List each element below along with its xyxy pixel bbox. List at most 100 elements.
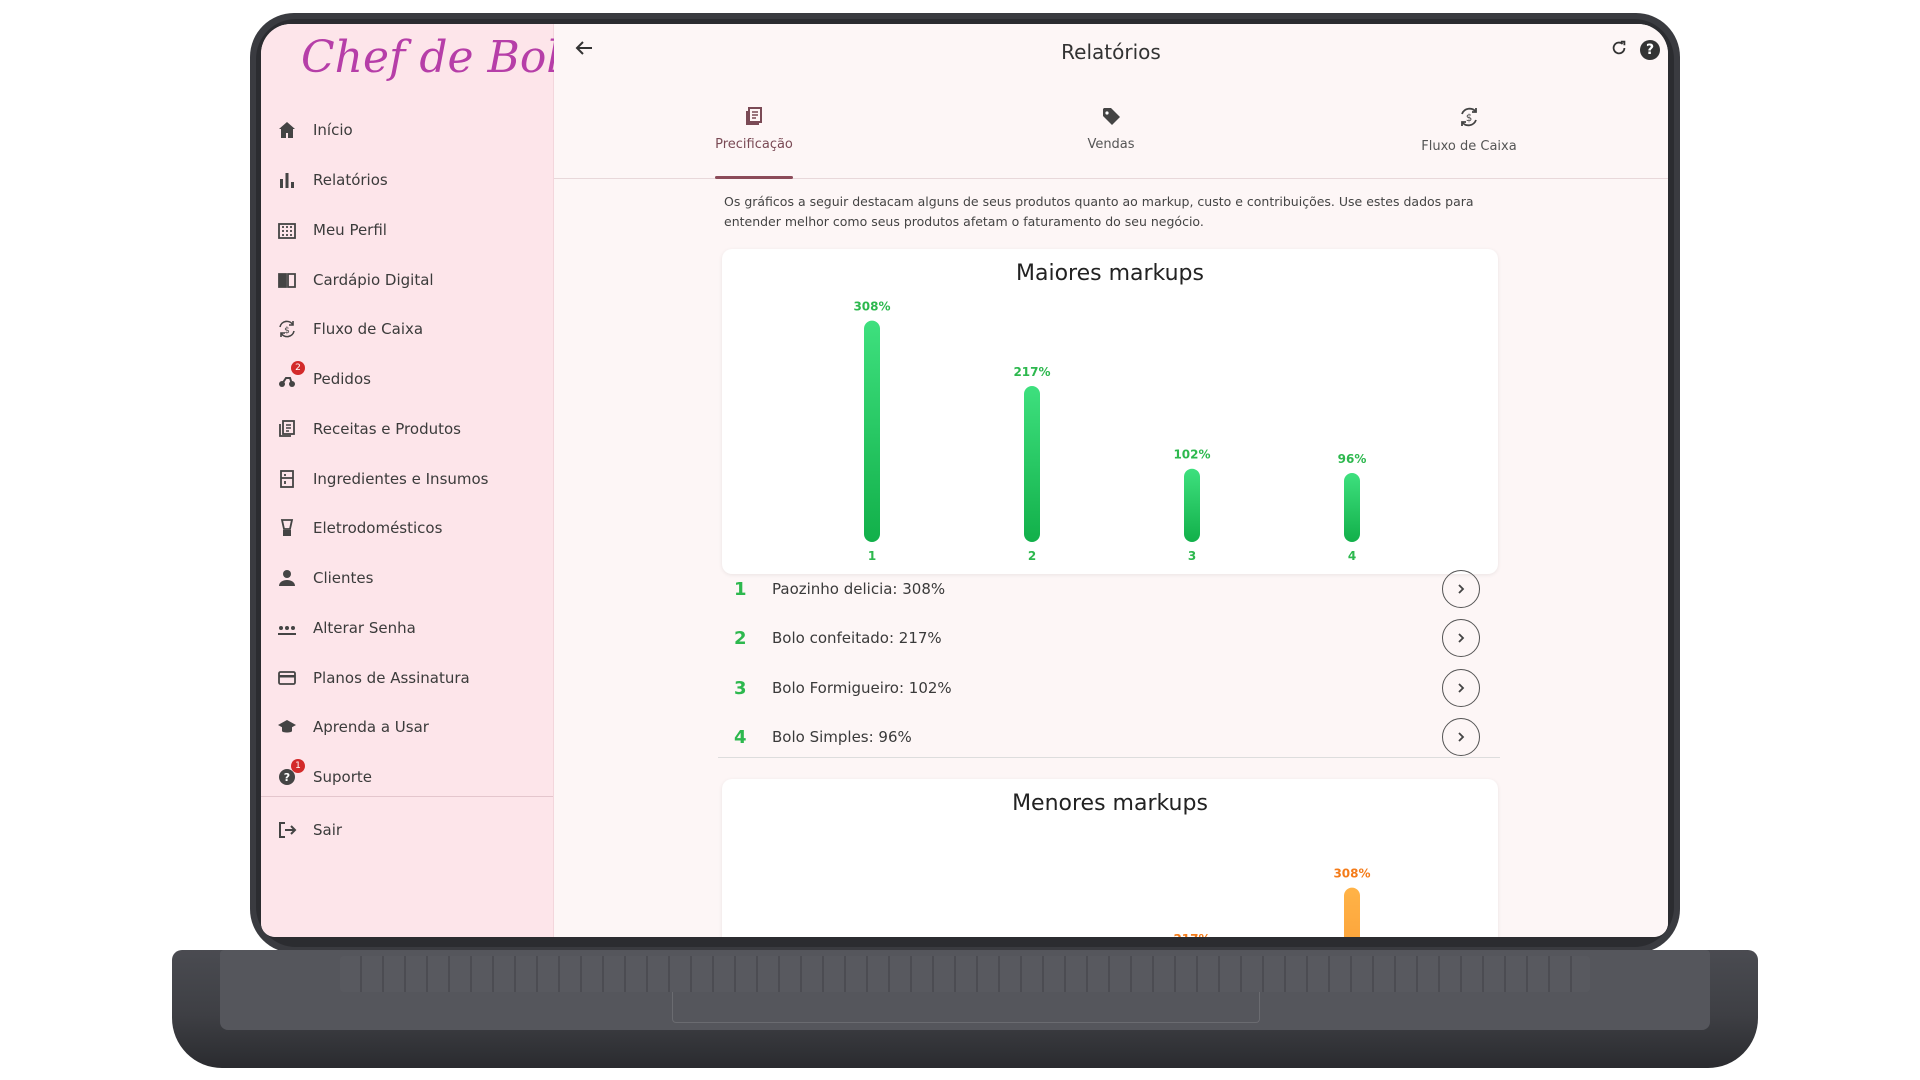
sidebar-item-label: Fluxo de Caixa xyxy=(313,320,424,338)
blender-icon xyxy=(275,516,299,540)
help-icon[interactable]: ? xyxy=(1640,40,1660,60)
sidebar-item-label: Clientes xyxy=(313,569,374,587)
sidebar-item-label: Aprenda a Usar xyxy=(313,718,429,736)
sidebar-item-label: Cardápio Digital xyxy=(313,271,434,289)
tab-vendas[interactable]: Vendas xyxy=(1011,92,1211,178)
person-icon xyxy=(275,566,299,590)
section-divider xyxy=(718,757,1500,758)
cash-flow-icon: $ xyxy=(1369,106,1569,133)
bar-value-label: 217% xyxy=(1173,932,1210,937)
bottom-markups-chart: 217% 308% xyxy=(1173,867,1371,937)
category-tick-label: 3 xyxy=(1188,549,1196,563)
sidebar-item-clientes[interactable]: Clientes xyxy=(275,558,545,598)
sidebar-item-receitas-e-produtos[interactable]: Receitas e Produtos xyxy=(275,409,545,449)
notification-badge: 2 xyxy=(291,361,305,375)
sidebar-item-label: Planos de Assinatura xyxy=(313,669,470,687)
building-icon xyxy=(275,218,299,242)
sidebar-item-inicio[interactable]: Início xyxy=(275,110,545,150)
sidebar-item-label: Suporte xyxy=(313,768,373,786)
bar-value-label: 217% xyxy=(1013,365,1050,379)
main-content: Relatórios ? Precificação Vendas $ Fluxo… xyxy=(554,24,1668,937)
sidebar-item-pedidos[interactable]: 2 Pedidos xyxy=(275,359,545,399)
book-icon xyxy=(275,268,299,292)
chevron-right-icon[interactable] xyxy=(1442,570,1480,608)
tab-label: Vendas xyxy=(1087,137,1135,152)
svg-text:$: $ xyxy=(1466,113,1472,124)
sidebar-item-relatorios[interactable]: Relatórios xyxy=(275,160,545,200)
sidebar-item-meu-perfil[interactable]: Meu Perfil xyxy=(275,210,545,250)
app-bar: Relatórios ? xyxy=(554,24,1668,74)
category-tick-label: 2 xyxy=(1028,549,1036,563)
sidebar-item-alterar-senha[interactable]: Alterar Senha xyxy=(275,608,545,648)
sidebar-item-logout[interactable]: Sair xyxy=(275,810,545,850)
rank-number: 3 xyxy=(734,677,747,699)
tab-precificacao[interactable]: Precificação xyxy=(654,92,854,179)
app-screen: Chef de Bolso Início Relatórios Meu Perfil… xyxy=(261,24,1668,937)
sidebar-item-suporte[interactable]: ? 1 Suporte xyxy=(275,757,545,797)
sidebar-item-label: Relatórios xyxy=(313,171,388,189)
tab-label: Precificação xyxy=(715,137,793,152)
password-icon xyxy=(275,616,299,640)
list-item: 3 Bolo Formigueiro: 102% xyxy=(722,665,1498,711)
rank-number: 4 xyxy=(734,726,747,748)
sidebar-item-label: Pedidos xyxy=(313,370,371,388)
intro-text: Os gráficos a seguir destacam alguns de … xyxy=(724,194,1474,229)
svg-text:?: ? xyxy=(284,771,290,784)
sidebar-item-label: Receitas e Produtos xyxy=(313,420,461,438)
rank-number: 1 xyxy=(734,578,747,600)
recipes-icon xyxy=(654,106,854,131)
rank-number: 2 xyxy=(734,627,747,649)
chevron-right-icon[interactable] xyxy=(1442,669,1480,707)
chevron-right-icon[interactable] xyxy=(1442,718,1480,756)
cash-flow-icon: $ xyxy=(275,317,299,341)
sidebar-item-label: Meu Perfil xyxy=(313,221,387,239)
page-title: Relatórios xyxy=(1061,40,1161,64)
bar-4 xyxy=(1344,473,1360,542)
product-markup-label: Paozinho delicia: 308% xyxy=(772,580,946,598)
bar-2 xyxy=(1024,386,1040,542)
help-icon: ? 1 xyxy=(275,759,305,789)
top-markups-card: Maiores markups 308% 217% 102% 96% 1 2 3 4 xyxy=(722,249,1498,574)
tag-icon xyxy=(1011,106,1211,131)
bar-value-label: 102% xyxy=(1173,448,1210,462)
sidebar-item-ingredientes-e-insumos[interactable]: Ingredientes e Insumos xyxy=(275,459,545,499)
bottom-markups-card: Menores markups 217%308% xyxy=(722,779,1498,937)
sidebar-item-cardapio-digital[interactable]: Cardápio Digital xyxy=(275,260,545,300)
bar-chart-icon xyxy=(275,168,299,192)
svg-text:$: $ xyxy=(284,326,290,336)
product-markup-label: Bolo Simples: 96% xyxy=(772,728,912,746)
notification-badge: 1 xyxy=(291,759,305,773)
refresh-icon[interactable] xyxy=(1610,38,1628,62)
tab-label: Fluxo de Caixa xyxy=(1421,139,1517,154)
home-icon xyxy=(275,118,299,142)
bar-3 xyxy=(1184,468,1200,542)
sidebar-item-label: Eletrodomésticos xyxy=(313,519,443,537)
sidebar-item-planos-de-assinatura[interactable]: Planos de Assinatura xyxy=(275,658,545,698)
graduation-cap-icon xyxy=(275,715,299,739)
category-tick-label: 1 xyxy=(868,549,876,563)
sidebar-item-label: Início xyxy=(313,121,353,139)
ingredients-icon xyxy=(275,467,299,491)
top-markups-chart: 308% 217% 102% 96% 1 2 3 4 xyxy=(853,300,1367,563)
bar-4 xyxy=(1344,887,1360,937)
list-item: 4 Bolo Simples: 96% xyxy=(722,714,1498,760)
bar-value-label: 308% xyxy=(853,300,890,314)
tab-bar: Precificação Vendas $ Fluxo de Caixa xyxy=(554,92,1668,179)
sidebar-item-label: Ingredientes e Insumos xyxy=(313,470,489,488)
product-markup-label: Bolo Formigueiro: 102% xyxy=(772,679,952,697)
list-item: 2 Bolo confeitado: 217% xyxy=(722,615,1498,661)
logout-icon xyxy=(275,818,299,842)
sidebar-divider xyxy=(261,796,553,797)
sidebar-item-fluxo-de-caixa[interactable]: $ Fluxo de Caixa xyxy=(275,309,545,349)
keyboard xyxy=(340,956,1590,992)
tab-fluxo-de-caixa[interactable]: $ Fluxo de Caixa xyxy=(1369,92,1569,178)
sidebar-item-label: Sair xyxy=(313,821,343,839)
chevron-right-icon[interactable] xyxy=(1442,619,1480,657)
sidebar-item-eletrodomesticos[interactable]: Eletrodomésticos xyxy=(275,508,545,548)
bar-value-label: 308% xyxy=(1333,867,1370,881)
bar-value-label: 96% xyxy=(1338,452,1367,466)
sidebar-item-label: Alterar Senha xyxy=(313,619,416,637)
sidebar-item-aprenda-a-usar[interactable]: Aprenda a Usar xyxy=(275,707,545,747)
sidebar: Chef de Bolso Início Relatórios Meu Perfil… xyxy=(261,24,609,937)
product-markup-label: Bolo confeitado: 217% xyxy=(772,629,942,647)
